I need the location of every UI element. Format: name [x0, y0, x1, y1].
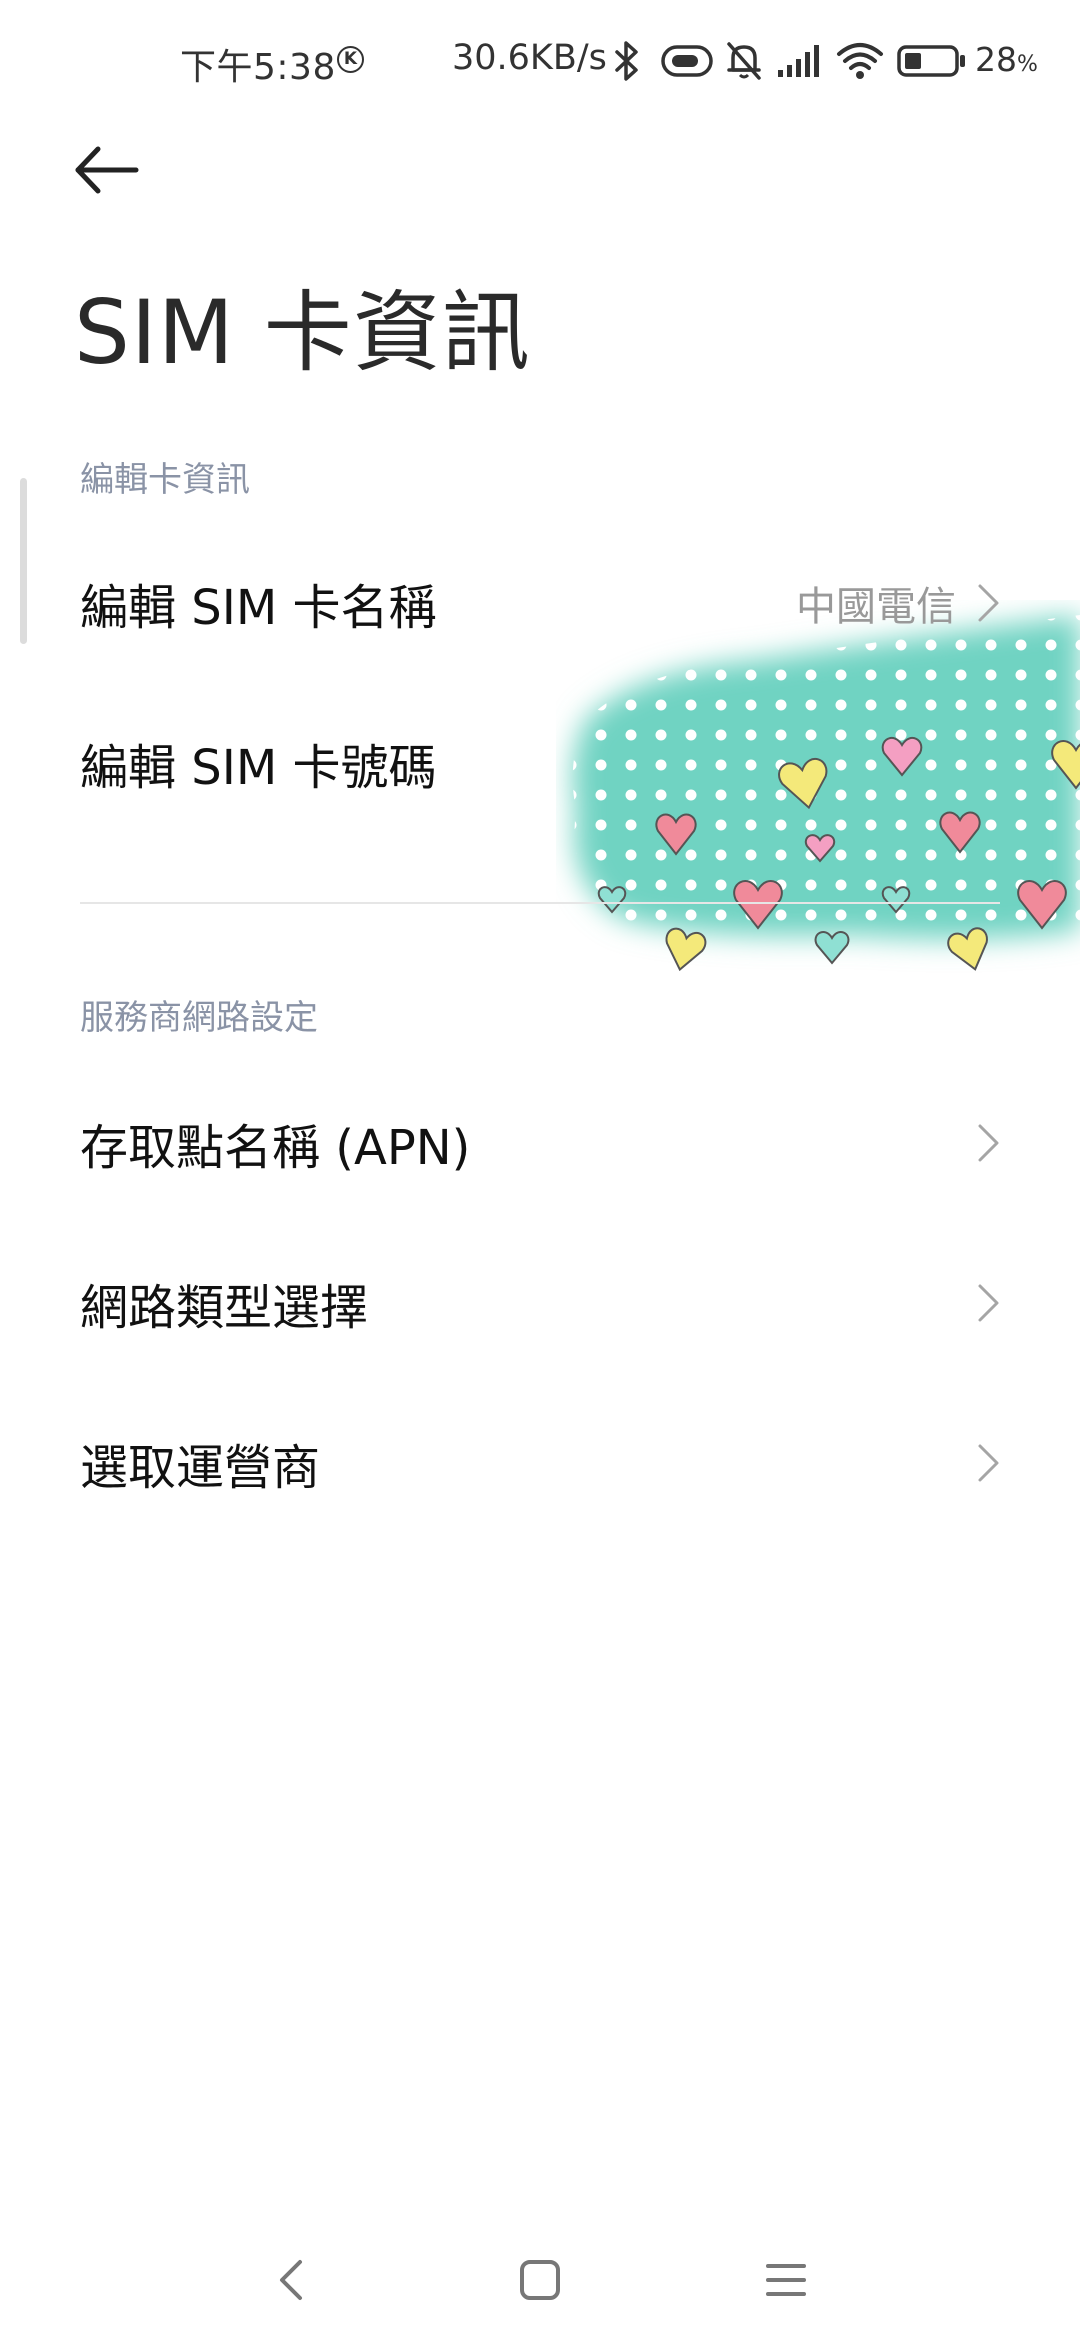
- section-header-carrier-network-settings: 服務商網路設定: [80, 998, 318, 1038]
- status-bar: 下午5:38 K 30.6KB/s 28%: [0, 0, 1080, 124]
- nav-home-icon[interactable]: [510, 2250, 570, 2310]
- item-value: 中國電信: [796, 584, 956, 630]
- bluetooth-icon: [615, 41, 638, 81]
- back-button[interactable]: [70, 130, 150, 210]
- back-arrow-icon: [75, 146, 139, 194]
- chevron-right-icon: [978, 584, 999, 622]
- item-label: 網路類型選擇: [80, 1280, 369, 1336]
- chevron-right-icon: [978, 1124, 999, 1162]
- page-title: SIM 卡資訊: [74, 281, 531, 384]
- battery-level: 28%: [975, 40, 1038, 79]
- item-label: 編輯 SIM 卡號碼: [80, 740, 437, 796]
- chevron-right-icon: [978, 1444, 999, 1482]
- item-label: 編輯 SIM 卡名稱: [80, 580, 437, 636]
- nav-back-icon[interactable]: [262, 2250, 322, 2310]
- battery-icon: [897, 45, 965, 77]
- edit-sim-name-item[interactable]: 編輯 SIM 卡名稱 中國電信: [0, 528, 1080, 678]
- network-type-item[interactable]: 網路類型選擇: [0, 1228, 1080, 1378]
- wifi-icon: [837, 43, 883, 79]
- network-speed: 30.6KB/s: [452, 38, 607, 78]
- nfc-icon: [661, 45, 713, 77]
- signal-icon: [778, 45, 819, 77]
- apn-item[interactable]: 存取點名稱 (APN): [0, 1068, 1080, 1218]
- section-divider: [80, 902, 1000, 904]
- item-label: 選取運營商: [80, 1440, 321, 1496]
- chevron-right-icon: [978, 1284, 999, 1322]
- navigation-bar: [0, 2220, 1080, 2340]
- edit-sim-number-item[interactable]: 編輯 SIM 卡號碼: [0, 688, 1080, 838]
- nav-recents-icon[interactable]: [756, 2250, 816, 2310]
- k-badge-icon: K: [337, 46, 364, 73]
- mute-bell-icon: [727, 42, 761, 80]
- status-time: 下午5:38: [180, 47, 336, 88]
- section-header-edit-card-info: 編輯卡資訊: [80, 460, 250, 500]
- item-label: 存取點名稱 (APN): [80, 1120, 471, 1176]
- select-carrier-item[interactable]: 選取運營商: [0, 1388, 1080, 1538]
